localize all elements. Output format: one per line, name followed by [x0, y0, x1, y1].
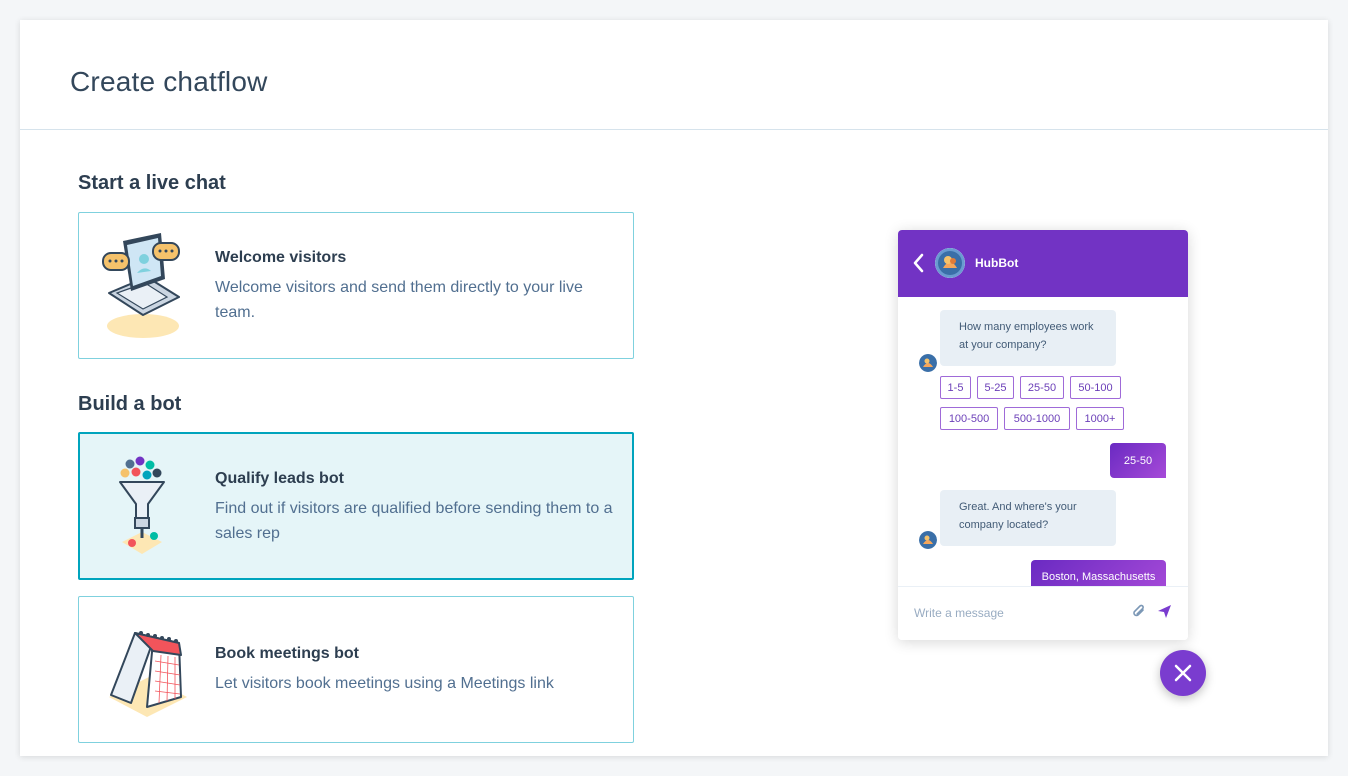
user-message: Boston, Massachusetts [1031, 560, 1166, 587]
card-title: Qualify leads bot [215, 470, 344, 487]
close-icon [1174, 664, 1192, 682]
chat-header: HubBot [898, 230, 1188, 297]
bot-message: How many employees work at your company? [940, 310, 1116, 366]
chat-input-area [898, 586, 1188, 640]
page-header: Create chatflow [20, 20, 1328, 130]
card-qualify-leads-bot[interactable]: Qualify leads bot Find out if visitors a… [78, 432, 634, 580]
bot-name: HubBot [975, 256, 1019, 270]
paperclip-icon[interactable] [1132, 604, 1146, 620]
card-welcome-visitors[interactable]: Welcome visitors Welcome visitors and se… [78, 212, 634, 359]
section-heading-live-chat: Start a live chat [78, 172, 226, 194]
section-heading-bot: Build a bot [78, 393, 182, 415]
option-25-50[interactable]: 25-50 [1020, 376, 1064, 399]
option-1-5[interactable]: 1-5 [940, 376, 971, 399]
card-description: Find out if visitors are qualified befor… [215, 500, 613, 542]
funnel-illustration-icon [100, 456, 184, 565]
card-title: Book meetings bot [215, 645, 360, 662]
send-icon[interactable] [1157, 604, 1172, 619]
laptop-chat-illustration-icon [101, 231, 185, 346]
page-title: Create chatflow [70, 66, 268, 97]
bot-mini-avatar [919, 354, 937, 372]
option-500-1000[interactable]: 500-1000 [1004, 407, 1070, 430]
chat-messages: How many employees work at your company?… [898, 297, 1188, 587]
chat-message-input[interactable] [914, 603, 1114, 623]
option-5-25[interactable]: 5-25 [977, 376, 1014, 399]
card-book-meetings-bot[interactable]: Book meetings bot Let visitors book meet… [78, 596, 634, 743]
option-100-500[interactable]: 100-500 [940, 407, 998, 430]
user-message: 25-50 [1110, 443, 1166, 478]
bot-message: Great. And where's your company located? [940, 490, 1116, 546]
option-1000-plus[interactable]: 1000+ [1076, 407, 1124, 430]
calendar-illustration-icon [101, 615, 191, 730]
bot-mini-avatar [919, 531, 937, 549]
chat-close-button[interactable] [1160, 650, 1206, 696]
card-title: Welcome visitors [215, 249, 347, 266]
card-description: Let visitors book meetings using a Meeti… [215, 675, 554, 692]
bot-avatar [935, 248, 965, 278]
create-chatflow-panel: Create chatflow Start a live chat Welcom… [20, 20, 1328, 756]
card-description: Welcome visitors and send them directly … [215, 279, 583, 321]
chevron-left-icon[interactable] [912, 253, 924, 273]
option-50-100[interactable]: 50-100 [1070, 376, 1121, 399]
chat-preview-widget: HubBot How many employees work at your c… [898, 230, 1188, 640]
